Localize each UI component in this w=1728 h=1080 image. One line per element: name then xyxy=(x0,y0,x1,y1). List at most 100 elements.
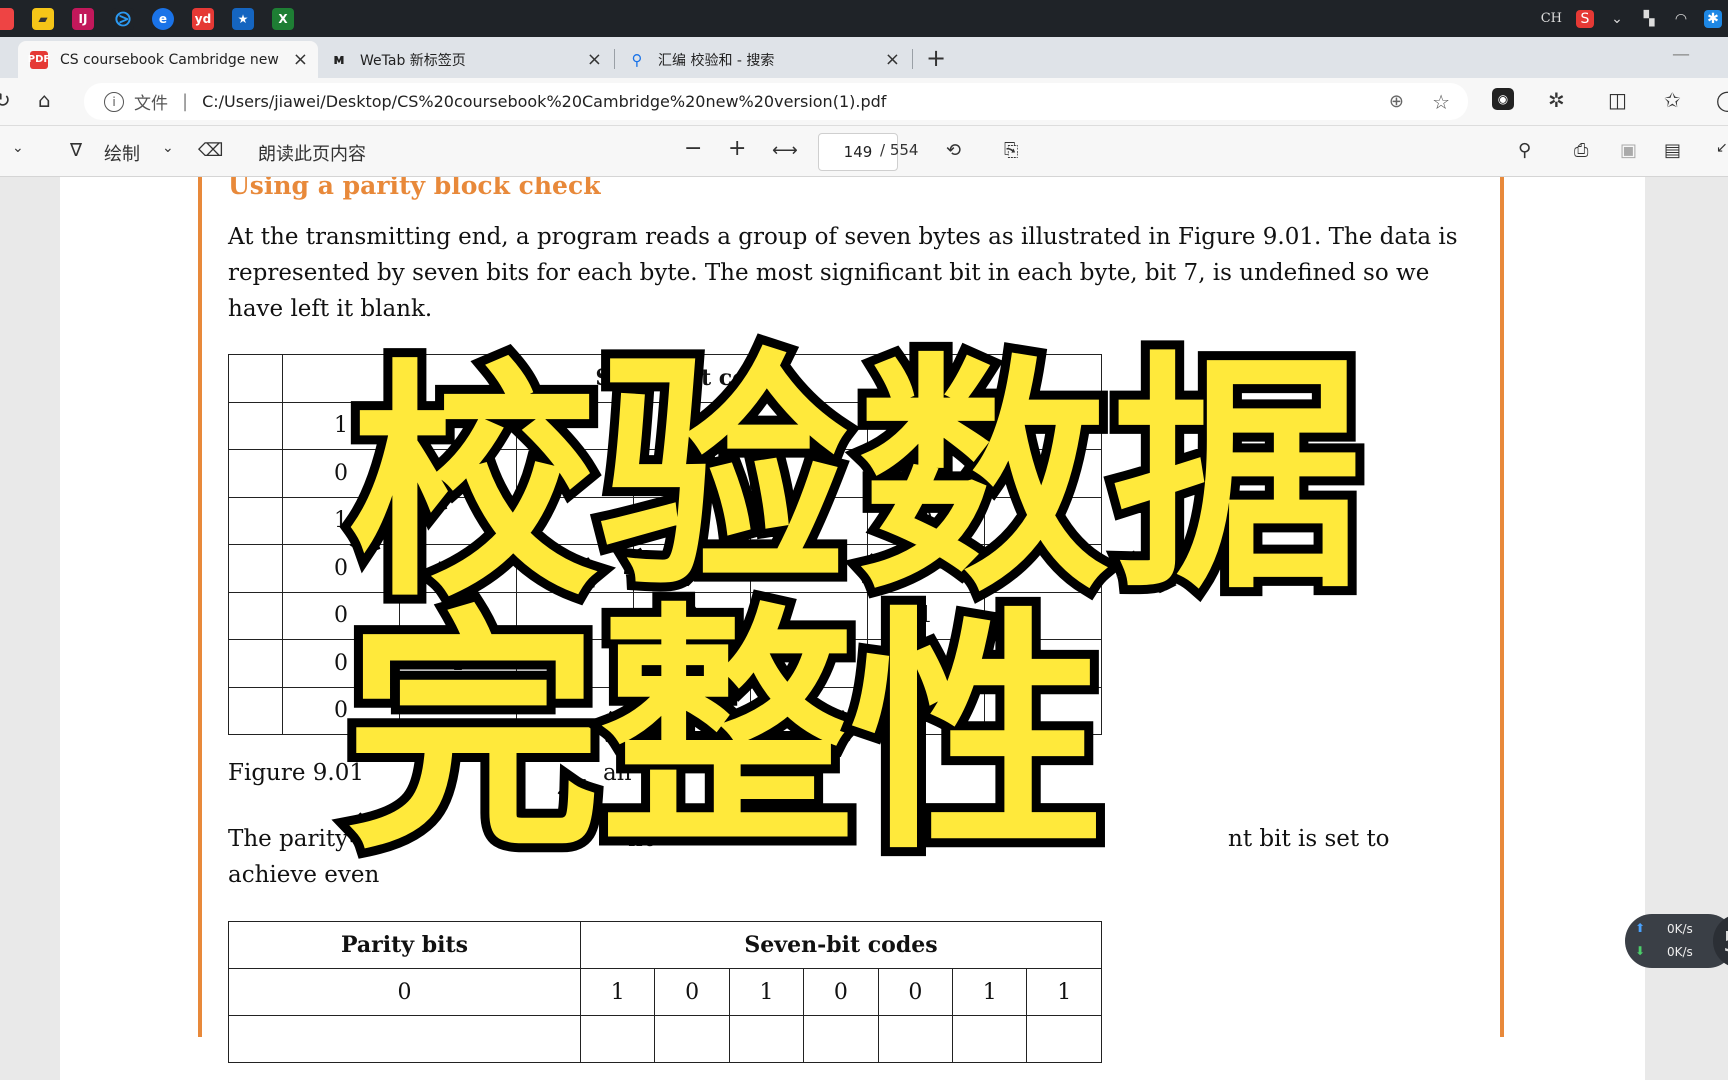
extensions-icon[interactable]: ✲ xyxy=(1548,88,1565,112)
table-cell xyxy=(515,591,634,640)
table-cell xyxy=(749,401,868,450)
zoom-out-button[interactable]: − xyxy=(684,136,702,161)
upload-arrow-icon: ⬆ xyxy=(1635,921,1646,935)
figure-caption: Figure 9.01 an xyxy=(228,760,632,786)
ime-indicator[interactable]: CH xyxy=(1541,11,1562,26)
table-cell: 0 xyxy=(282,544,400,593)
excel-icon[interactable]: X xyxy=(272,7,294,30)
table-cell xyxy=(1026,1015,1102,1063)
app-icon-red[interactable] xyxy=(0,7,14,30)
table-cell xyxy=(952,1015,1028,1063)
table-cell xyxy=(515,686,634,735)
table-cell xyxy=(515,449,634,498)
taskbar-strip: ▰ IJ ⧁ e yd ★ X CH S ⌄ ▚ ◠ ✱ xyxy=(0,0,1728,37)
table-cell xyxy=(228,686,283,735)
chevron-down-icon[interactable]: ⌄ xyxy=(162,140,174,156)
table-cell xyxy=(398,496,517,545)
jetbrains-icon[interactable]: IJ xyxy=(72,7,94,30)
table-cell: 0 xyxy=(282,591,400,640)
close-icon[interactable]: × xyxy=(293,49,308,70)
info-icon[interactable]: i xyxy=(104,91,124,112)
paragraph: At the transmitting end, a program reads… xyxy=(228,224,1458,322)
table-cell: 0 xyxy=(282,639,400,688)
table-cell xyxy=(228,449,283,498)
tab-bar: PDF CS coursebook Cambridge new v × ᴍ We… xyxy=(0,37,1728,78)
close-icon[interactable]: × xyxy=(587,49,602,70)
account-icon[interactable]: ◯ xyxy=(1716,88,1728,112)
download-arrow-icon: ⬇ xyxy=(1635,944,1646,958)
table-header: Seven-bit codes xyxy=(580,921,1102,969)
table-cell xyxy=(749,686,868,735)
chevron-down-icon[interactable]: ⌄ xyxy=(12,140,24,156)
minimize-button[interactable]: — xyxy=(1672,44,1690,65)
tab-pdf[interactable]: PDF CS coursebook Cambridge new v × xyxy=(18,41,318,78)
print-icon[interactable]: ⎙ xyxy=(1574,140,1588,161)
favorites-icon[interactable]: ✩ xyxy=(1664,88,1681,112)
table-cell xyxy=(632,401,751,450)
draw-button[interactable]: 绘制 xyxy=(104,140,140,166)
save-icon[interactable]: ▣ xyxy=(1620,140,1637,161)
table-cell: 1 xyxy=(398,639,517,688)
close-icon[interactable]: × xyxy=(885,49,900,70)
fit-width-icon[interactable]: ⟷ xyxy=(772,140,798,161)
zoom-icon[interactable]: ⊕ xyxy=(1389,91,1404,112)
tab-label: CS coursebook Cambridge new v xyxy=(60,51,280,68)
pdf-icon: PDF xyxy=(28,50,50,69)
table-cell: 0 xyxy=(866,686,985,735)
tab-divider xyxy=(912,49,913,69)
table-cell xyxy=(632,544,751,593)
table-row: 01010011 xyxy=(228,968,1102,1016)
omnibox[interactable]: i 文件 | C:/Users/jiawei/Desktop/CS%20cour… xyxy=(84,83,1468,120)
page-view-icon[interactable]: ⎘ xyxy=(1004,140,1018,161)
table-cell xyxy=(983,544,1103,593)
youdao-icon[interactable]: yd xyxy=(192,7,214,30)
app-tray-icon[interactable]: ✱ xyxy=(1704,9,1722,28)
refresh-icon[interactable]: ↻ xyxy=(0,88,11,112)
table-cell: 1 xyxy=(579,968,656,1016)
table-cell xyxy=(749,496,868,545)
table-cell xyxy=(983,401,1103,450)
new-tab-button[interactable]: + xyxy=(926,44,946,72)
table-cell xyxy=(515,544,634,593)
sticky-notes-icon[interactable]: ▰ xyxy=(32,7,54,30)
tab-search[interactable]: ⚲ 汇编 校验和 - 搜索 × xyxy=(616,41,910,78)
table-header: Parity bits xyxy=(228,921,581,969)
rotate-icon[interactable]: ⟲ xyxy=(946,140,961,161)
tab-label: WeTab 新标签页 xyxy=(360,52,466,69)
wifi-icon[interactable]: ◠ xyxy=(1672,10,1690,28)
table-row: 10 xyxy=(228,496,1103,545)
table-cell xyxy=(803,1015,879,1063)
tab-label: 汇编 校验和 - 搜索 xyxy=(658,52,775,69)
zoom-in-button[interactable]: + xyxy=(728,136,746,161)
table-cell: 0 xyxy=(282,686,400,735)
read-aloud-button[interactable]: 朗读此页内容 xyxy=(258,140,366,166)
save-as-icon[interactable]: ▤ xyxy=(1664,140,1681,161)
table-cell xyxy=(228,354,283,403)
table-cell: 1 xyxy=(866,401,985,450)
table-cell xyxy=(398,544,517,593)
home-icon[interactable]: ⌂ xyxy=(38,88,51,112)
collapse-icon[interactable]: ↙ xyxy=(1716,140,1728,156)
sogou-icon[interactable]: S xyxy=(1576,9,1594,28)
table-cell: 1 xyxy=(1026,968,1102,1016)
network-speed-widget[interactable]: ⬆ 0K/s ⬇ 0K/s 5 xyxy=(1625,914,1728,968)
edge-icon[interactable]: e xyxy=(152,7,174,30)
chevron-down-icon[interactable]: ⌄ xyxy=(1608,10,1626,28)
table-row: 00 xyxy=(228,449,1103,498)
pdf-viewer[interactable]: Using a parity block check At the transm… xyxy=(0,177,1728,1080)
tab-wetab[interactable]: ᴍ WeTab 新标签页 × xyxy=(318,41,612,78)
favorite-star-icon[interactable]: ☆ xyxy=(1432,90,1450,114)
windows-icon[interactable]: ▚ xyxy=(1640,10,1658,28)
search-icon[interactable]: ⚲ xyxy=(1518,140,1531,161)
table-row: 0 0 1 xyxy=(228,591,1103,640)
draw-icon[interactable]: ∇ xyxy=(70,140,82,161)
star-app-icon[interactable]: ★ xyxy=(232,7,254,30)
omnibox-divider: | xyxy=(182,91,189,112)
vscode-icon[interactable]: ⧁ xyxy=(112,7,134,31)
split-screen-icon[interactable]: ◫ xyxy=(1608,88,1627,112)
url-text[interactable]: C:/Users/jiawei/Desktop/CS%20coursebook%… xyxy=(202,92,886,111)
table-cell: 0 xyxy=(228,968,581,1016)
profile-icon[interactable]: ◉ xyxy=(1492,88,1514,110)
table-cell: 0 xyxy=(866,496,985,545)
eraser-icon[interactable]: ⌫ xyxy=(198,140,223,161)
